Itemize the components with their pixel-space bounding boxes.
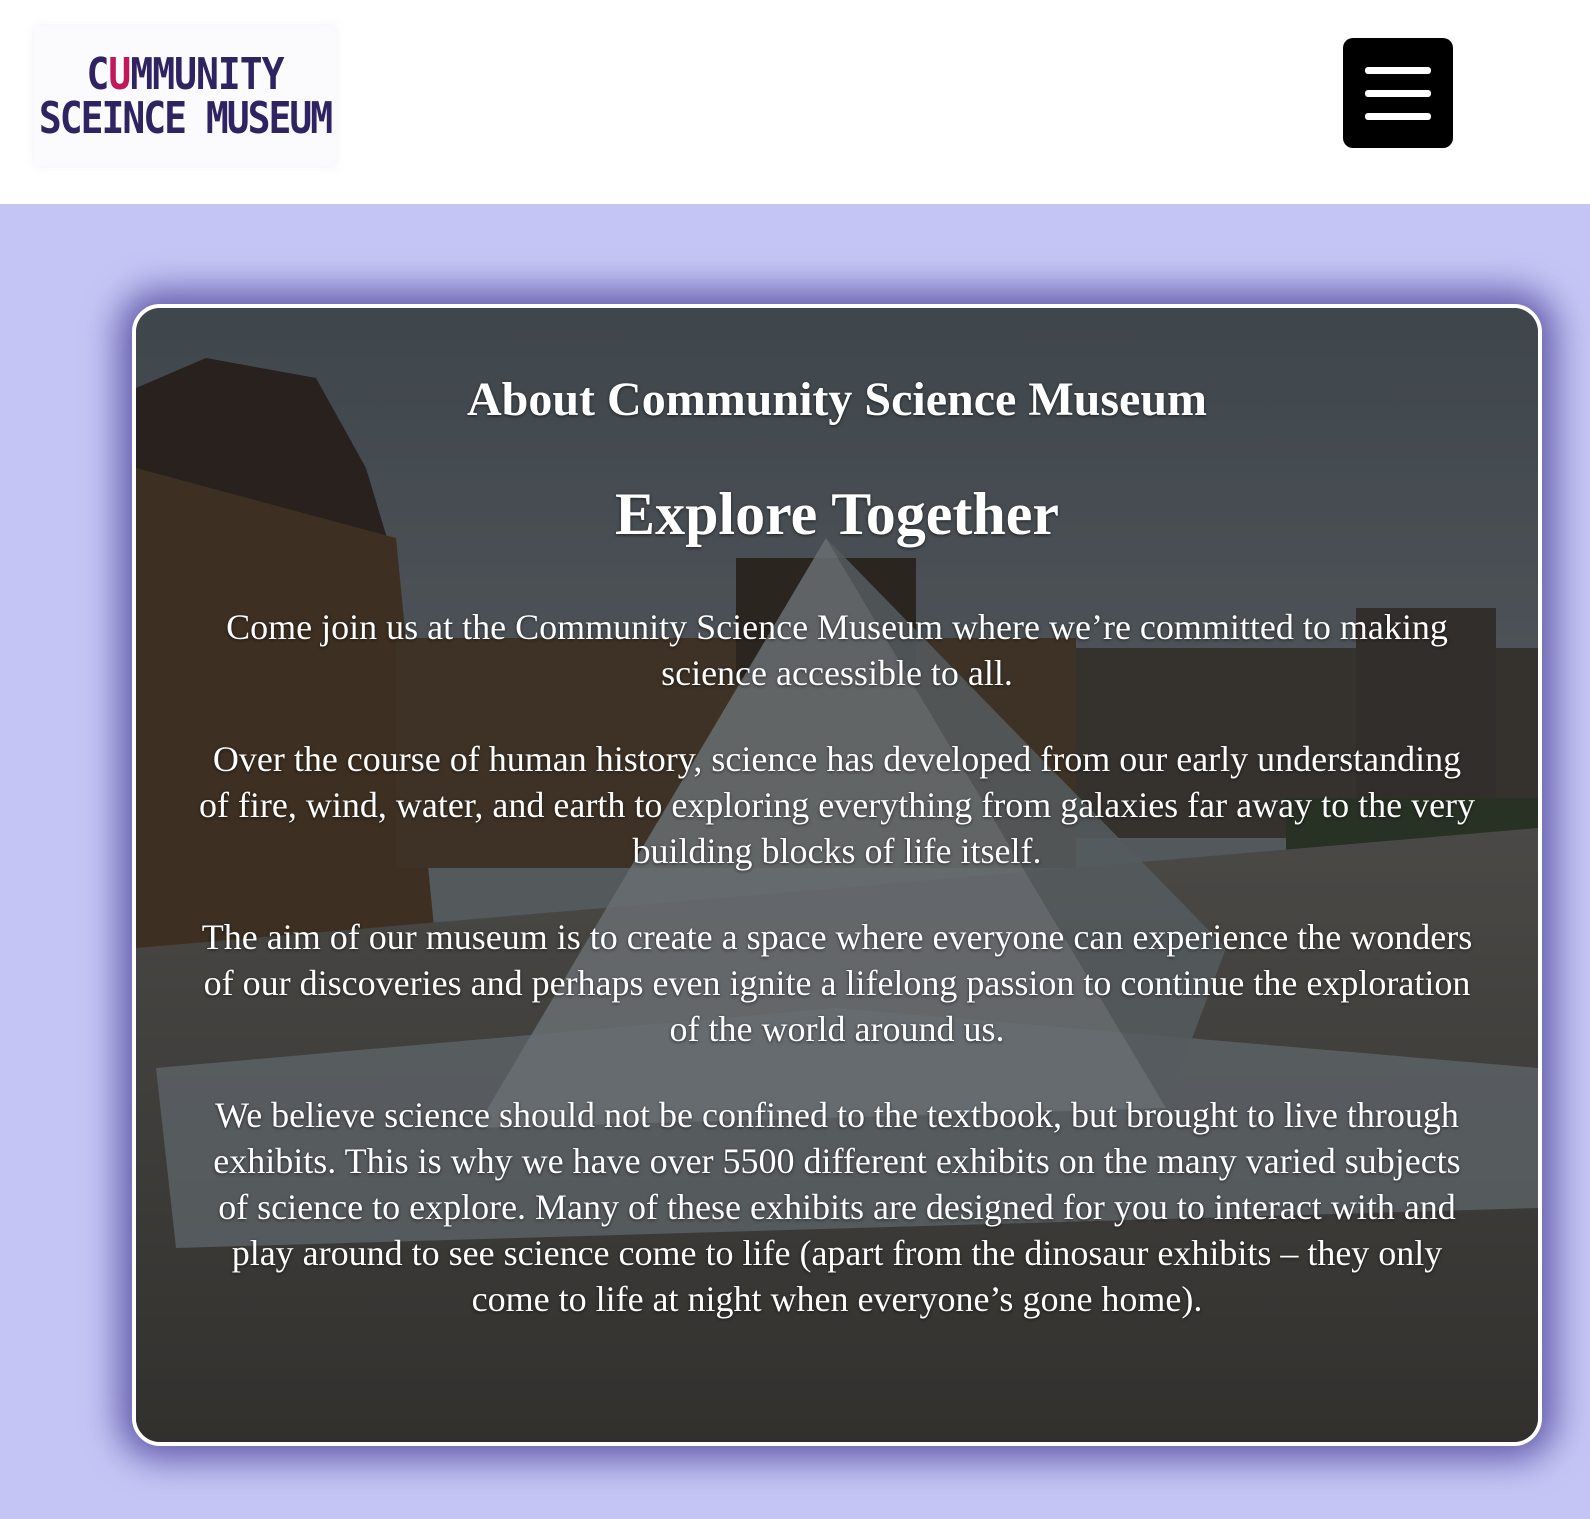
hamburger-menu-button[interactable] — [1343, 38, 1453, 148]
hamburger-menu-icon — [1365, 67, 1431, 74]
about-paragraph-4: We believe science should not be confine… — [213, 1095, 1461, 1319]
museum-logo[interactable]: CUMMUNITY SCEINCE MUSEUM — [34, 26, 336, 166]
explore-together-title: Explore Together — [615, 481, 1059, 547]
hamburger-bar — [1365, 113, 1431, 120]
logo-line-1: CUMMUNITY — [87, 52, 285, 96]
logo-line-2: SCEINCE MUSEUM — [38, 92, 333, 144]
about-paragraph-1: Come join us at the Community Science Mu… — [226, 607, 1448, 693]
site-header: CUMMUNITY SCEINCE MUSEUM — [0, 0, 1590, 204]
hamburger-bar — [1365, 90, 1431, 97]
about-heading: About Community Science Museum — [467, 373, 1207, 426]
about-card: About Community Science Museum Explore T… — [132, 304, 1542, 1446]
about-paragraph-2: Over the course of human history, scienc… — [198, 739, 1476, 871]
about-paragraph-3: The aim of our museum is to create a spa… — [201, 917, 1473, 1049]
